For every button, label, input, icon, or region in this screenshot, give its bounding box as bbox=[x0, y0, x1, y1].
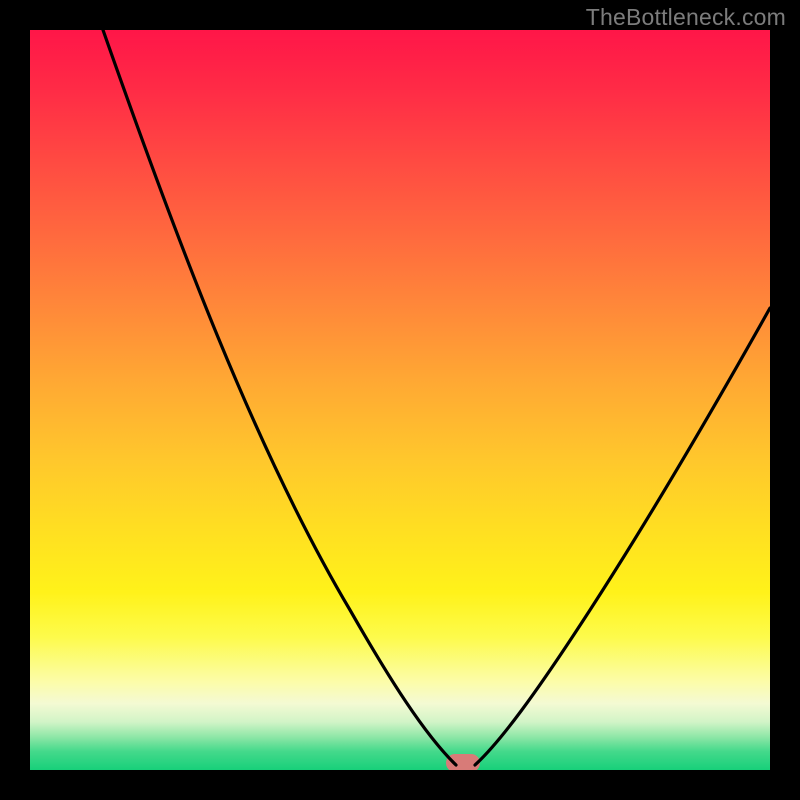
chart-frame: TheBottleneck.com bbox=[0, 0, 800, 800]
watermark-text: TheBottleneck.com bbox=[586, 4, 786, 31]
curve-left-branch bbox=[103, 30, 456, 765]
plot-area bbox=[30, 30, 770, 770]
curve-right-branch bbox=[475, 308, 770, 765]
bottleneck-curve bbox=[30, 30, 770, 770]
